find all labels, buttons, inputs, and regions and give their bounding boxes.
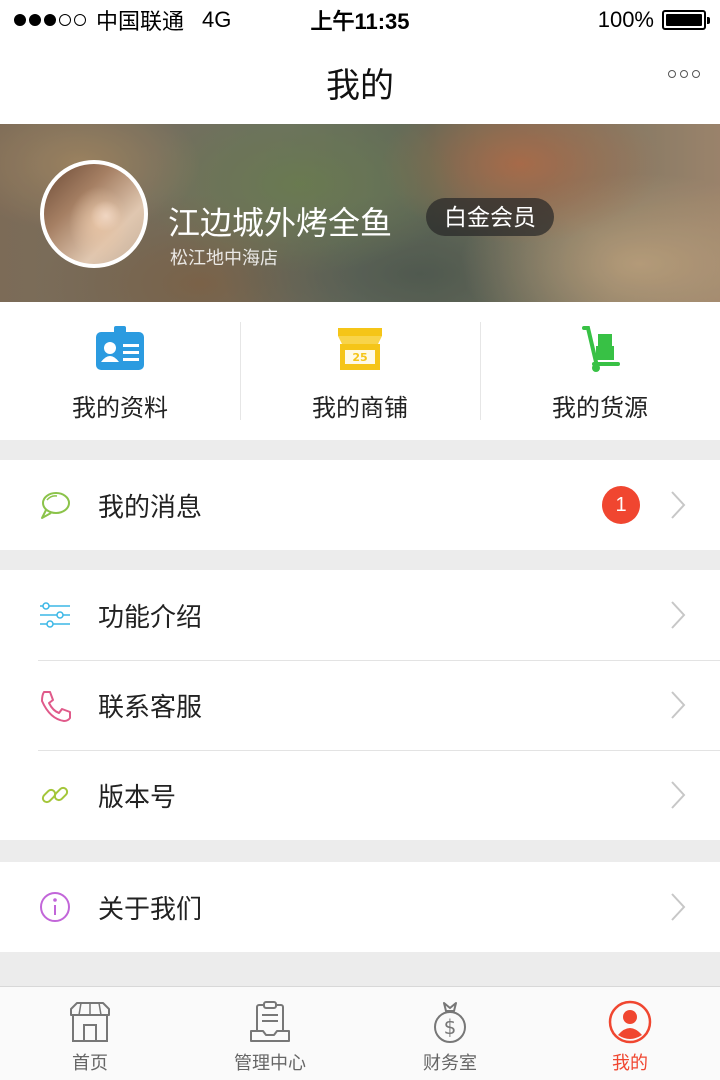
my-profile-button[interactable]: 我的资料 (0, 302, 240, 440)
tab-finance[interactable]: $ 财务室 (360, 987, 540, 1080)
tab-mine[interactable]: 我的 (540, 987, 720, 1080)
phone-icon (41, 691, 71, 722)
battery-percent: 100% (597, 7, 654, 32)
nav-bar: 我的 (0, 40, 720, 124)
status-bar: 中国联通 4G 上午11:35 100% (0, 0, 720, 40)
profile-banner: 江边城外烤全鱼 白金会员 松江地中海店 (0, 124, 720, 302)
tab-label: 财务室 (423, 1053, 477, 1073)
menu-item-support[interactable]: 联系客服 (0, 660, 720, 750)
store-name: 松江地中海店 (170, 248, 278, 268)
info-group: 功能介绍 联系客服 版本号 (0, 570, 720, 840)
tab-label: 管理中心 (234, 1053, 306, 1073)
link-icon (41, 786, 69, 804)
quick-action-label: 我的资料 (72, 395, 168, 422)
my-shop-button[interactable]: 25 我的商铺 (240, 302, 480, 440)
about-group: 关于我们 (0, 862, 720, 952)
money-bag-icon: $ (434, 1002, 466, 1043)
menu-item-messages[interactable]: 我的消息 1 (0, 460, 720, 550)
carrier-info: 中国联通 4G (14, 4, 231, 36)
menu-label: 联系客服 (98, 691, 203, 722)
messages-group: 我的消息 1 (0, 460, 720, 550)
profile-name: 江边城外烤全鱼 (168, 205, 393, 241)
unread-count-badge: 1 (602, 486, 640, 524)
svg-text:$: $ (444, 1015, 457, 1039)
battery-icon (662, 10, 710, 30)
chevron-right-icon (671, 893, 686, 921)
quick-actions: 我的资料 25 我的商铺 我的货源 (0, 302, 720, 440)
tab-management[interactable]: 管理中心 (180, 987, 360, 1080)
menu-item-features[interactable]: 功能介绍 (0, 570, 720, 660)
carrier-name: 中国联通 (96, 9, 185, 34)
chevron-right-icon (671, 691, 686, 719)
membership-badge: 白金会员 (426, 198, 554, 236)
chevron-right-icon (671, 601, 686, 629)
menu-item-version[interactable]: 版本号 (0, 750, 720, 840)
chat-bubble-icon (41, 492, 70, 519)
id-card-icon (96, 326, 144, 370)
menu-label: 功能介绍 (98, 601, 203, 632)
menu-item-about[interactable]: 关于我们 (0, 862, 720, 952)
shop-icon-text: 25 (352, 351, 367, 364)
signal-strength-icon (14, 14, 86, 26)
hand-truck-icon (582, 326, 620, 372)
my-supply-button[interactable]: 我的货源 (480, 302, 720, 440)
info-icon (40, 892, 70, 922)
shop-icon: 25 (338, 328, 382, 370)
more-options-icon[interactable] (668, 70, 700, 78)
tab-label: 首页 (72, 1053, 108, 1073)
menu-label: 关于我们 (98, 893, 203, 924)
quick-action-label: 我的货源 (552, 395, 648, 422)
menu-label: 我的消息 (98, 491, 203, 522)
user-icon (608, 1000, 652, 1044)
chevron-right-icon (671, 781, 686, 809)
battery-info: 100% (597, 7, 710, 33)
menu-label: 版本号 (98, 781, 177, 812)
chevron-right-icon (671, 491, 686, 519)
tab-bar: 首页 管理中心 $ 财务室 我的 (0, 986, 720, 1080)
storefront-icon (70, 1002, 110, 1042)
sliders-icon (40, 602, 70, 628)
tab-label: 我的 (612, 1053, 648, 1073)
avatar[interactable] (40, 160, 148, 268)
tab-home[interactable]: 首页 (0, 987, 180, 1080)
page-title: 我的 (326, 66, 394, 105)
network-type: 4G (202, 7, 232, 32)
clipboard-icon (250, 1001, 290, 1042)
quick-action-label: 我的商铺 (312, 395, 408, 422)
